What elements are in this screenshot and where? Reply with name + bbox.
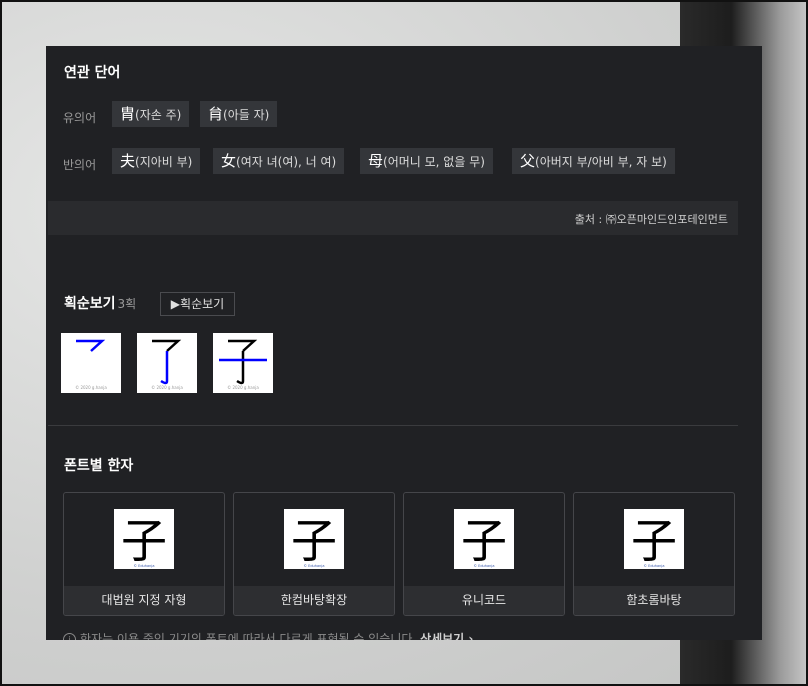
- antonym-hanja: 夫: [120, 152, 136, 170]
- antonym-chip[interactable]: 夫(지아비 부): [112, 148, 201, 174]
- antonym-chip[interactable]: 女(여자 녀(여), 너 여): [213, 148, 345, 174]
- font-note-text: 한자는 이용 중인 기기의 폰트에 따라서 다르게 표현될 수 있습니다.: [80, 632, 417, 640]
- related-words-title: 연관 단어: [64, 65, 121, 81]
- font-sample-drawing: 子 © Eduhanja: [291, 514, 337, 568]
- font-sample-char: 子: [121, 514, 167, 568]
- stroke-step-2: © 2020 g.hanja: [137, 333, 197, 393]
- font-sample-drawing: 子 © Eduhanja: [121, 514, 167, 568]
- antonym-chip[interactable]: 父(아버지 부/아비 부, 자 보): [512, 148, 675, 174]
- antonym-label: 반의어: [63, 158, 97, 172]
- synonym-chip[interactable]: 䏍(아들 자): [200, 101, 278, 127]
- antonym-meaning: (어머니 모, 없을 무): [383, 155, 485, 169]
- stroke-watermark: © 2020 g.hanja: [227, 385, 259, 390]
- font-sample-drawing: 子 © Eduhanja: [461, 514, 507, 568]
- source-text: 출처 : ㈜오픈마인드인포테인먼트: [574, 213, 728, 226]
- font-card-label: 함초롬바탕: [574, 586, 734, 615]
- stroke-count: 3획: [117, 297, 137, 311]
- antonym-meaning: (지아비 부): [135, 155, 193, 169]
- antonym-hanja: 母: [368, 152, 384, 170]
- stroke-step-1-drawing: © 2020 g.hanja: [75, 339, 107, 390]
- font-sample-watermark: © Eduhanja: [134, 564, 155, 568]
- synonym-hanja: 䏍: [208, 105, 224, 123]
- font-card[interactable]: 子 © Eduhanja 대법원 지정 자형: [63, 492, 225, 616]
- font-sample-char: 子: [631, 514, 677, 568]
- synonym-label: 유의어: [63, 111, 97, 125]
- font-sample-watermark: © Eduhanja: [644, 564, 665, 568]
- font-sample-image: 子 © Eduhanja: [624, 509, 684, 569]
- stroke-step-1: © 2020 g.hanja: [61, 333, 121, 393]
- stroke-step-3-drawing: © 2020 g.hanja: [219, 339, 267, 390]
- antonym-hanja: 女: [221, 152, 237, 170]
- font-card-label: 유니코드: [404, 586, 564, 615]
- details-link[interactable]: 상세보기 ›: [420, 632, 473, 640]
- stroke-order-play-button[interactable]: ▶획순보기: [160, 292, 235, 316]
- synonym-meaning: (아들 자): [223, 108, 270, 122]
- synonym-chip[interactable]: 胄(자손 주): [112, 101, 190, 127]
- antonym-chip[interactable]: 母(어머니 모, 없을 무): [360, 148, 493, 174]
- font-sample-watermark: © Eduhanja: [304, 564, 325, 568]
- font-sample-image: 子 © Eduhanja: [284, 509, 344, 569]
- font-card[interactable]: 子 © Eduhanja 함초롬바탕: [573, 492, 735, 616]
- font-sample-image: 子 © Eduhanja: [114, 509, 174, 569]
- antonym-hanja: 父: [520, 152, 536, 170]
- font-sample-char: 子: [291, 514, 337, 568]
- antonym-meaning: (여자 녀(여), 너 여): [236, 155, 337, 169]
- stroke-watermark: © 2020 g.hanja: [151, 385, 183, 390]
- font-card-label: 한컴바탕확장: [234, 586, 394, 615]
- font-card[interactable]: 子 © Eduhanja 한컴바탕확장: [233, 492, 395, 616]
- section-divider: [48, 425, 738, 426]
- font-hanja-title: 폰트별 한자: [64, 458, 134, 474]
- font-sample-char: 子: [461, 514, 507, 568]
- hanja-detail-panel: 연관 단어 유의어 胄(자손 주) 䏍(아들 자) 반의어 夫(지아비 부) 女…: [46, 46, 762, 640]
- synonym-meaning: (자손 주): [135, 108, 182, 122]
- info-icon: i: [63, 633, 76, 640]
- font-card[interactable]: 子 © Eduhanja 유니코드: [403, 492, 565, 616]
- font-sample-watermark: © Eduhanja: [474, 564, 495, 568]
- stroke-step-2-drawing: © 2020 g.hanja: [151, 339, 183, 390]
- font-sample-drawing: 子 © Eduhanja: [631, 514, 677, 568]
- stroke-watermark: © 2020 g.hanja: [75, 385, 107, 390]
- stroke-order-title-text: 획순보기: [64, 296, 116, 312]
- font-note: i 한자는 이용 중인 기기의 폰트에 따라서 다르게 표현될 수 있습니다. 상…: [63, 630, 473, 640]
- synonym-hanja: 胄: [120, 105, 136, 123]
- source-bar: 출처 : ㈜오픈마인드인포테인먼트: [48, 201, 738, 235]
- stroke-order-title: 획순보기 3획: [64, 293, 136, 313]
- font-sample-image: 子 © Eduhanja: [454, 509, 514, 569]
- stroke-step-3: © 2020 g.hanja: [213, 333, 273, 393]
- antonym-meaning: (아버지 부/아비 부, 자 보): [535, 155, 667, 169]
- font-card-label: 대법원 지정 자형: [64, 586, 224, 615]
